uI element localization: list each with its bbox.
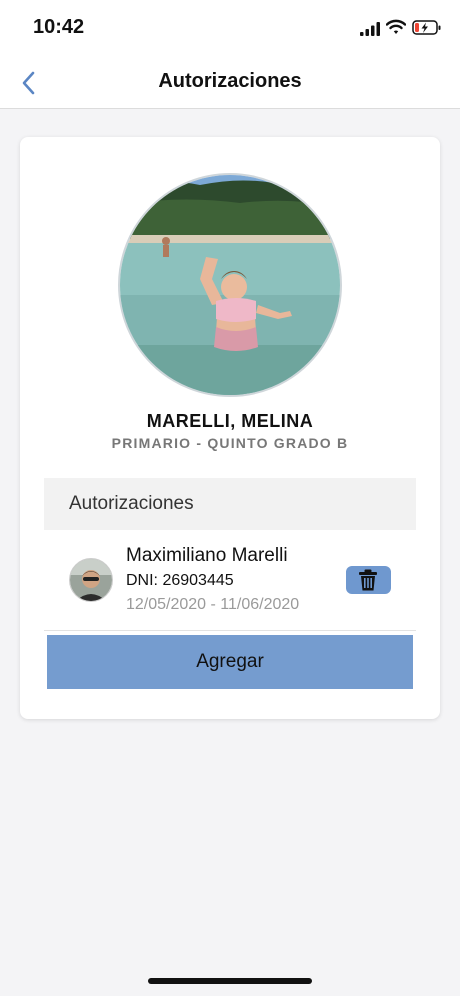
section-header: Autorizaciones (44, 478, 416, 530)
delete-button[interactable] (346, 566, 391, 594)
student-name: MARELLI, MELINA (146, 411, 314, 431)
page-title: Autorizaciones (158, 70, 302, 92)
student-card: MARELLI, MELINA PRIMARIO - QUINTO GRADO … (20, 137, 440, 719)
wifi-icon (386, 19, 406, 34)
authorized-dates: 12/05/2020 - 11/06/2020 (126, 596, 300, 613)
signal-icon (360, 22, 380, 36)
student-photo (118, 173, 342, 397)
nav-bar: Autorizaciones (0, 58, 460, 109)
add-button-label: Agregar (196, 651, 264, 672)
home-indicator (148, 978, 312, 984)
add-button[interactable]: Agregar (47, 635, 413, 689)
authorized-name: Maximiliano Marelli (126, 545, 288, 566)
status-bar: 10:42 (0, 0, 460, 58)
trash-icon (359, 569, 377, 591)
battery-icon (412, 20, 441, 35)
student-grade: PRIMARIO - QUINTO GRADO B (111, 435, 349, 451)
avatar (69, 558, 113, 602)
status-time: 10:42 (33, 16, 85, 38)
authorized-dni: DNI: 26903445 (126, 572, 234, 589)
section-title: Autorizaciones (69, 493, 194, 514)
authorization-row[interactable]: Maximiliano Marelli DNI: 26903445 12/05/… (44, 530, 416, 631)
